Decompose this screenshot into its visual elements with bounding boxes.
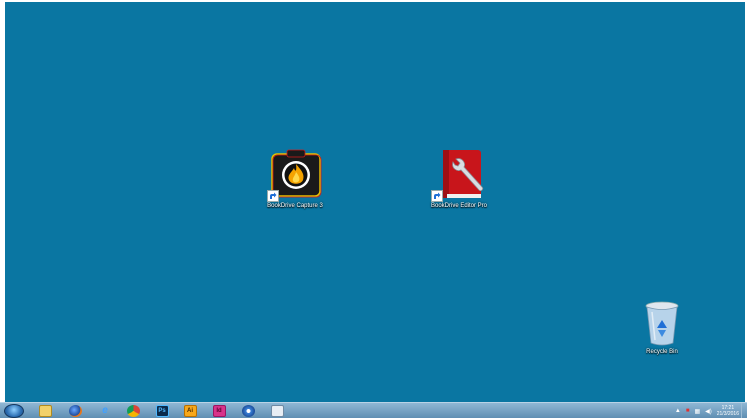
- windows-start-orb-icon[interactable]: [4, 404, 24, 418]
- shortcut-arrow-icon: [267, 190, 279, 202]
- illustrator-icon: Ai: [183, 405, 197, 417]
- taskbar-photoshop-button[interactable]: Ps: [150, 404, 174, 418]
- taskbar-firefox-button[interactable]: [63, 404, 87, 418]
- desktop: BookDrive Capture 3 BookDrive Editor Pro: [5, 2, 745, 402]
- chrome-icon: [126, 405, 140, 417]
- desktop-icon-label: BookDrive Capture 3: [267, 203, 323, 209]
- folder-icon: [38, 405, 52, 417]
- taskbar-illustrator-button[interactable]: Ai: [178, 404, 202, 418]
- desktop-icon-bookdrive-capture[interactable]: BookDrive Capture 3: [255, 148, 335, 209]
- itunes-icon: [241, 405, 255, 417]
- taskbar-indesign-button[interactable]: Id: [207, 404, 231, 418]
- taskbar-chrome-button[interactable]: [121, 404, 145, 418]
- volume-icon[interactable]: ◀): [705, 408, 712, 415]
- clock-date: 21/3/2016: [716, 411, 739, 417]
- desktop-icon-bookdrive-editor[interactable]: BookDrive Editor Pro: [419, 148, 499, 209]
- internet-explorer-icon: e: [102, 405, 108, 416]
- clock[interactable]: 17:21 21/3/2016: [717, 405, 739, 417]
- show-hidden-icons-icon[interactable]: ▲: [675, 408, 681, 414]
- network-icon: [270, 405, 284, 417]
- firefox-icon: [68, 405, 82, 417]
- system-tray: ▲ ■ ▦ ◀) 17:21 21/3/2016: [675, 404, 739, 418]
- taskbar: e Ps Ai Id ▲ ■ ▦ ◀) 17:21 21/3/2016: [0, 402, 747, 418]
- indesign-icon: Id: [212, 405, 226, 417]
- desktop-icon-label: Recycle Bin: [646, 349, 678, 355]
- photoshop-icon: Ps: [155, 405, 169, 417]
- taskbar-ie-button[interactable]: e: [93, 404, 117, 418]
- taskbar-network-button[interactable]: [265, 404, 289, 418]
- taskbar-itunes-button[interactable]: [236, 404, 260, 418]
- desktop-icon-recycle-bin[interactable]: Recycle Bin: [622, 300, 702, 355]
- recycle-bin-icon: [642, 300, 682, 348]
- desktop-icon-label: BookDrive Editor Pro: [430, 203, 488, 209]
- security-icon[interactable]: ■: [686, 408, 690, 414]
- camera-flame-icon: [267, 148, 323, 202]
- network-status-icon[interactable]: ▦: [694, 408, 700, 415]
- taskbar-explorer-button[interactable]: [33, 404, 57, 418]
- shortcut-arrow-icon: [431, 190, 443, 202]
- show-desktop-button[interactable]: [741, 403, 747, 418]
- book-wrench-icon: [431, 148, 487, 202]
